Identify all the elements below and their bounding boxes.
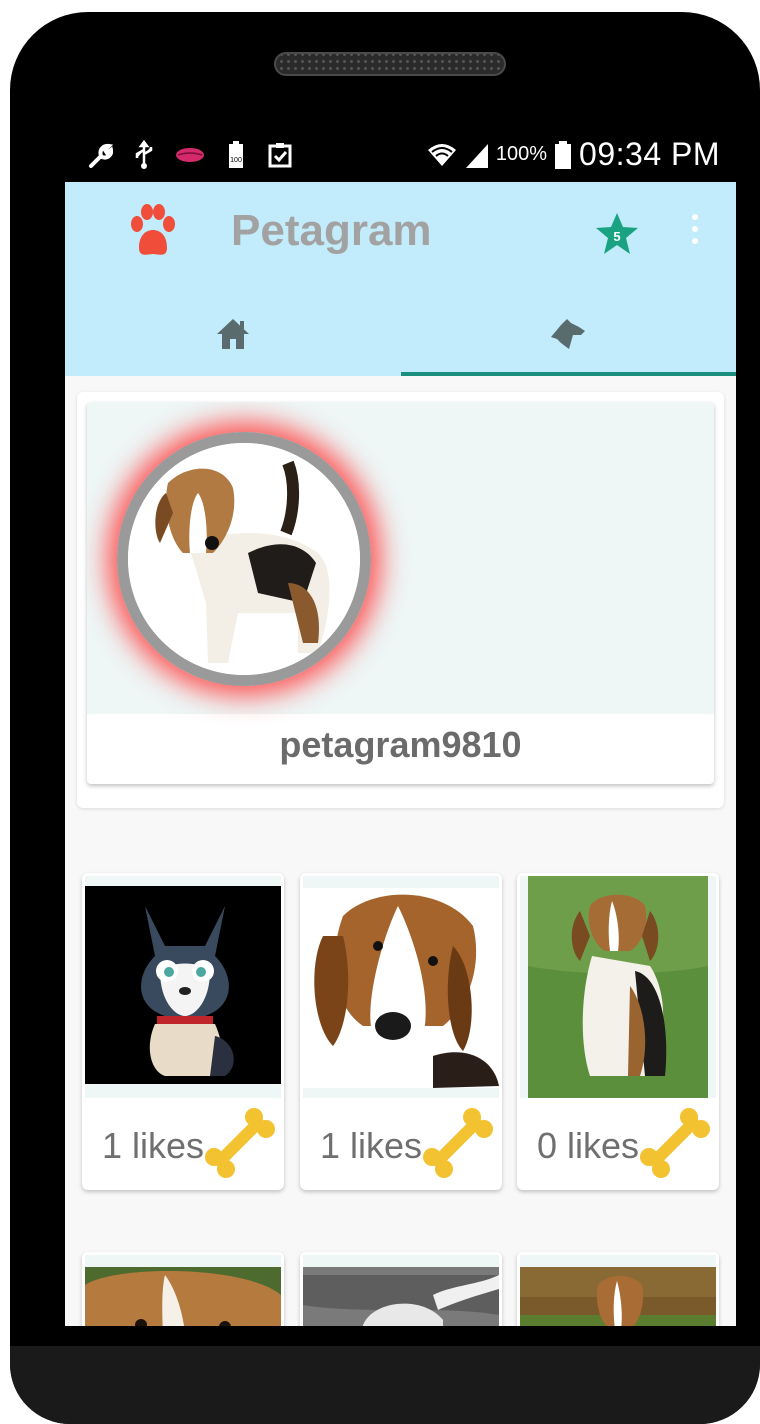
pet-photo (303, 1255, 499, 1326)
signal-icon (465, 143, 488, 168)
svg-text:100: 100 (230, 157, 242, 164)
profile-card: petagram9810 (87, 402, 714, 784)
pet-photo (303, 876, 499, 1098)
app-title: Petagram (231, 206, 432, 255)
phone-chin (10, 1346, 760, 1424)
status-bar: 100 100% 09:34 PM (65, 130, 736, 182)
favorites-star-button[interactable]: 5 (593, 210, 641, 258)
pet-card[interactable] (300, 1252, 502, 1326)
status-time: 09:34 PM (579, 136, 720, 172)
profile-username: petagram9810 (279, 724, 522, 765)
profile-avatar[interactable] (117, 432, 371, 686)
pet-photo (85, 1255, 281, 1326)
star-badge-count: 5 (613, 229, 620, 244)
pet-card[interactable] (517, 1252, 719, 1326)
wrench-icon (89, 143, 113, 168)
pet-photo (520, 876, 716, 1098)
pet-card[interactable]: 0 likes (517, 873, 719, 1190)
beagle-grayscale-image (303, 1255, 499, 1326)
beagle-closeup-image (85, 1255, 281, 1326)
app-bar: Petagram 5 (65, 182, 736, 292)
beagle-sitting-image (520, 876, 716, 1098)
pet-likes: 1 likes (320, 1125, 423, 1166)
beagle-photo (128, 443, 360, 675)
dog-icon (551, 319, 586, 349)
battery-100-icon: 100 (229, 141, 243, 168)
tab-profile[interactable] (400, 292, 737, 376)
tab-home[interactable] (65, 292, 401, 376)
more-vert-icon[interactable] (685, 214, 705, 256)
bone-like-icon[interactable] (202, 1105, 280, 1183)
pet-likes: 1 likes (102, 1125, 205, 1166)
profile-header (87, 402, 714, 714)
usb-icon (135, 140, 153, 169)
pet-photo (520, 1255, 716, 1326)
battery-icon (555, 140, 572, 169)
app-screen: 100 100% 09:34 PM Petagram 5 petagram981… (65, 130, 736, 1326)
wifi-icon (427, 143, 456, 166)
pet-photo (85, 876, 281, 1098)
bone-like-icon[interactable] (420, 1105, 498, 1183)
home-icon (216, 319, 249, 349)
pet-likes: 0 likes (537, 1125, 640, 1166)
pet-card[interactable] (82, 1252, 284, 1326)
clipboard-check-icon (268, 143, 292, 168)
husky-cartoon-image (85, 876, 281, 1098)
beagle-puppy-image (303, 876, 499, 1098)
profile-section: petagram9810 (77, 392, 724, 808)
paw-icon (131, 204, 175, 255)
bone-like-icon[interactable] (637, 1105, 715, 1183)
tab-bar (65, 292, 736, 376)
battery-percent: 100% (495, 143, 548, 165)
pet-card[interactable]: 1 likes (82, 873, 284, 1190)
lips-icon (176, 148, 204, 162)
pet-card[interactable]: 1 likes (300, 873, 502, 1190)
beagle-field-image (520, 1255, 716, 1326)
phone-speaker (274, 52, 506, 76)
phone-frame: 100 100% 09:34 PM Petagram 5 petagram981… (10, 12, 760, 1424)
